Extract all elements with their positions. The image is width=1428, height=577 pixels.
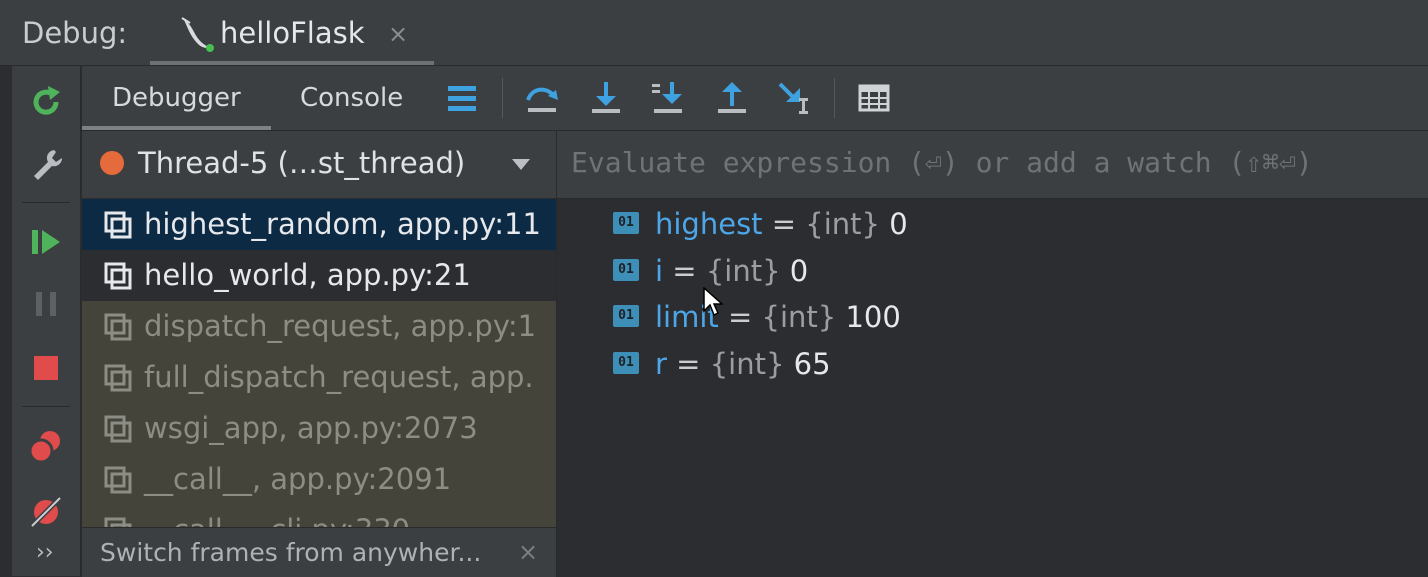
thread-selector[interactable]: Thread-5 (…st_thread) — [82, 131, 557, 198]
evaluate-expression-field[interactable]: Evaluate expression (⏎) or add a watch (… — [557, 131, 1428, 199]
variable-op: = — [676, 347, 701, 381]
strip-separator — [22, 406, 70, 407]
frame-item[interactable]: wsgi_app, app.py:2073 — [82, 403, 556, 454]
variable-op: = — [672, 254, 697, 288]
tab-console[interactable]: Console — [300, 66, 403, 130]
more-icon[interactable]: ›› — [36, 540, 54, 565]
chevron-down-icon[interactable] — [512, 159, 530, 170]
hint-text: Switch frames from anywher... — [100, 538, 482, 567]
variable-type: {int} — [705, 254, 781, 288]
variable-value: 0 — [789, 254, 809, 288]
toolbar-separator — [502, 78, 503, 118]
variable-name: r — [655, 347, 667, 381]
int-type-icon: 01 — [613, 259, 639, 281]
thread-name: Thread-5 (…st_thread) — [138, 146, 466, 180]
step-out-icon[interactable] — [712, 78, 752, 118]
mouse-cursor-icon — [703, 287, 723, 317]
flask-icon — [181, 17, 214, 52]
int-type-icon: 01 — [613, 305, 639, 327]
frame-icon — [104, 415, 132, 443]
frames-list: highest_random, app.py:11 hello_world, a… — [82, 199, 557, 527]
mute-breakpoints-icon[interactable] — [26, 490, 66, 530]
frame-icon — [104, 262, 132, 290]
step-into-my-code-icon[interactable] — [648, 78, 688, 118]
frame-icon — [104, 211, 132, 239]
hint-close-icon[interactable]: × — [518, 538, 538, 566]
debugger-toolbar: Debugger Console — [82, 66, 1428, 131]
session-tab-title: helloFlask — [220, 16, 365, 50]
rerun-icon[interactable] — [26, 82, 66, 122]
strip-separator — [22, 202, 70, 203]
variable-value: 65 — [793, 347, 831, 381]
frame-icon — [104, 517, 132, 527]
menu-icon[interactable] — [442, 78, 482, 118]
frame-label: hello_world, app.py:21 — [144, 258, 471, 292]
frame-label: full_dispatch_request, app. — [144, 360, 534, 394]
variable-name: highest — [655, 207, 763, 241]
session-tab-close-icon[interactable]: × — [388, 20, 408, 48]
frame-label: dispatch_request, app.py:1 — [144, 309, 537, 343]
evaluate-placeholder: Evaluate expression (⏎) or add a watch (… — [571, 146, 1313, 179]
frame-label: wsgi_app, app.py:2073 — [144, 411, 478, 445]
step-into-icon[interactable] — [586, 78, 626, 118]
frame-item[interactable]: highest_random, app.py:11 — [82, 199, 556, 250]
frame-label: __call__, cli.py:330 — [144, 513, 410, 527]
variable-name: i — [655, 254, 664, 288]
resume-icon[interactable] — [26, 222, 66, 262]
variable-op: = — [728, 300, 753, 334]
session-tab-underline — [150, 61, 434, 65]
evaluate-table-icon[interactable] — [854, 78, 894, 118]
frame-label: __call__, app.py:2091 — [144, 462, 452, 496]
thread-status-icon — [100, 151, 124, 175]
int-type-icon: 01 — [613, 212, 639, 234]
variable-value: 100 — [845, 300, 901, 334]
wrench-icon[interactable] — [26, 144, 66, 184]
stop-icon[interactable] — [26, 348, 66, 388]
int-type-icon: 01 — [613, 352, 639, 374]
debug-label: Debug: — [22, 16, 128, 50]
frame-icon — [104, 313, 132, 341]
switch-frames-hint: Switch frames from anywher... × — [82, 527, 557, 577]
frame-icon — [104, 466, 132, 494]
frame-label: highest_random, app.py:11 — [144, 207, 541, 241]
variable-type: {int} — [761, 300, 837, 334]
frame-item[interactable]: __call__, app.py:2091 — [82, 454, 556, 505]
variable-op: = — [771, 207, 797, 241]
frame-item[interactable]: hello_world, app.py:21 — [82, 250, 556, 301]
step-over-icon[interactable] — [522, 78, 562, 118]
frame-icon — [104, 364, 132, 392]
frame-item[interactable]: full_dispatch_request, app. — [82, 352, 556, 403]
view-breakpoints-icon[interactable] — [26, 426, 66, 466]
variables-panel: 01 highest = {int} 0 01 i = {int} 0 01 l… — [557, 199, 1428, 576]
variable-type: {int} — [709, 347, 785, 381]
debug-tool-window-header: Debug: helloFlask × — [0, 0, 1428, 66]
pause-icon[interactable] — [26, 284, 66, 324]
frame-item[interactable]: __call__, cli.py:330 — [82, 505, 556, 527]
toolbar-separator — [834, 78, 835, 118]
tab-debugger[interactable]: Debugger — [82, 66, 271, 130]
variable-value: 0 — [889, 207, 908, 241]
run-to-cursor-icon[interactable] — [774, 78, 814, 118]
debug-actions-strip: ›› — [12, 66, 81, 576]
variable-type: {int} — [805, 207, 881, 241]
frame-item[interactable]: dispatch_request, app.py:1 — [82, 301, 556, 352]
